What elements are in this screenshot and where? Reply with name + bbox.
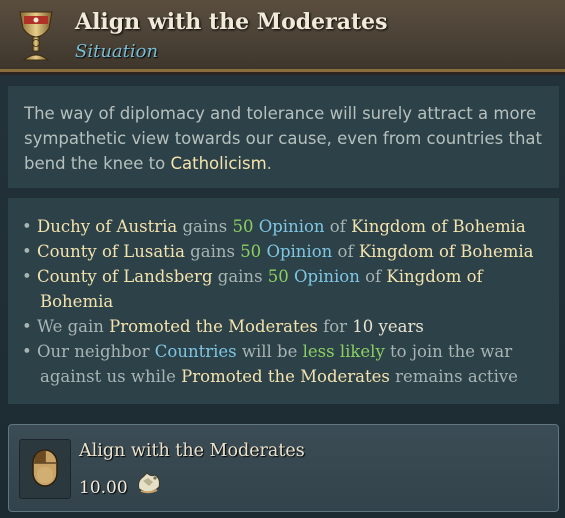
effect-text: gains <box>184 242 241 261</box>
bullet: • <box>22 267 32 286</box>
chalice-icon <box>19 11 53 61</box>
country-link[interactable]: County of Lusatia <box>37 242 185 261</box>
diplomatic-power-icon <box>138 472 160 494</box>
action-label: Align with the Moderates <box>79 441 305 461</box>
situation-subtitle: Situation <box>75 41 159 62</box>
effect-row: • County of Lusatia gains 50 Opinion of … <box>22 239 559 264</box>
bullet: • <box>22 217 32 236</box>
page-title: Align with the Moderates <box>75 9 388 35</box>
effect-text: to join the war <box>384 342 513 361</box>
description-text: The way of diplomacy and tolerance will … <box>24 104 542 173</box>
country-link[interactable]: County of Landsberg <box>37 267 213 286</box>
country-link[interactable]: Kingdom of <box>386 267 482 286</box>
effect-text: We gain <box>36 317 110 336</box>
bullet: • <box>22 242 32 261</box>
bullet: • <box>22 317 32 336</box>
tooltip-header: Align with the Moderates Situation <box>0 0 565 75</box>
mouse-icon-slot <box>19 439 71 499</box>
modifier-link[interactable]: Promoted the Moderates <box>109 317 318 336</box>
religion-link[interactable]: Catholicism <box>171 154 267 173</box>
effect-row: • We gain Promoted the Moderates for 10 … <box>22 314 559 339</box>
effect-text: of <box>324 217 352 236</box>
situation-tooltip: Align with the Moderates Situation The w… <box>0 0 565 518</box>
description-panel: The way of diplomacy and tolerance will … <box>8 86 559 188</box>
effect-text: remains active <box>389 367 518 386</box>
modifier-link[interactable]: Promoted the Moderates <box>181 367 390 386</box>
opinion-link[interactable]: Opinion <box>266 242 332 261</box>
effect-text: gains <box>212 267 268 286</box>
effect-text: of <box>332 242 359 261</box>
duration-value: 10 years <box>352 317 424 336</box>
mouse-icon <box>32 449 58 487</box>
opinion-link[interactable]: Opinion <box>294 267 360 286</box>
effect-text: of <box>359 267 387 286</box>
effect-row: • Duchy of Austria gains 50 Opinion of K… <box>22 214 559 239</box>
country-link[interactable]: Kingdom of Bohemia <box>359 242 534 261</box>
less-likely-text: less likely <box>302 342 385 361</box>
effect-row: • County of Landsberg gains 50 Opinion o… <box>22 264 559 289</box>
opinion-amount: 50 <box>232 217 254 236</box>
opinion-amount: 50 <box>267 267 289 286</box>
align-action-button[interactable]: Align with the Moderates 10.00 <box>8 424 559 512</box>
description-end: . <box>266 154 272 173</box>
effect-row: • Our neighbor Countries will be less li… <box>22 339 559 364</box>
effect-text: against us while <box>40 367 182 386</box>
country-link[interactable]: Bohemia <box>40 292 113 311</box>
country-link[interactable]: Kingdom of Bohemia <box>351 217 526 236</box>
effect-row-continued: Bohemia <box>22 289 559 314</box>
effect-text: for <box>317 317 353 336</box>
effect-text: Our neighbor <box>36 342 155 361</box>
country-link[interactable]: Duchy of Austria <box>37 217 177 236</box>
cost-value: 10.00 <box>79 478 128 498</box>
bullet: • <box>22 342 32 361</box>
opinion-link[interactable]: Opinion <box>259 217 325 236</box>
opinion-amount: 50 <box>240 242 262 261</box>
effect-text: gains <box>177 217 233 236</box>
effect-row-continued: against us while Promoted the Moderates … <box>22 364 559 389</box>
countries-link[interactable]: Countries <box>155 342 237 361</box>
effect-text: will be <box>236 342 303 361</box>
effects-panel: • Duchy of Austria gains 50 Opinion of K… <box>8 198 559 404</box>
